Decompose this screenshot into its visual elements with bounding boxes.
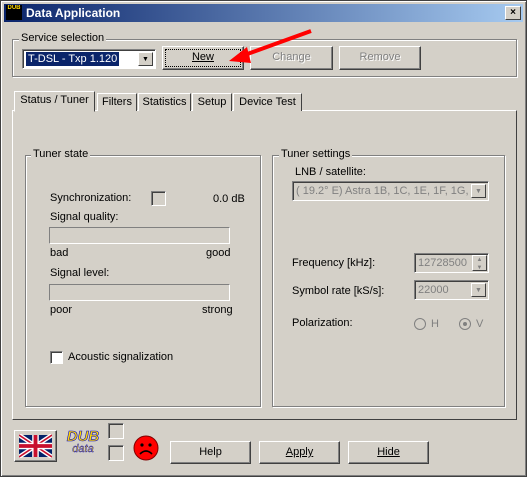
remove-button[interactable]: Remove <box>339 46 421 70</box>
signal-quality-label: Signal quality: <box>50 211 119 223</box>
sync-label: Synchronization: <box>50 192 132 204</box>
window-title: Data Application <box>26 6 121 20</box>
level-high-label: strong <box>202 304 233 316</box>
acoustic-label[interactable]: Acoustic signalization <box>68 351 173 363</box>
pol-h-radio[interactable] <box>414 318 426 330</box>
pol-h-label: H <box>431 318 439 330</box>
service-select-value: T-DSL - Txp 1.120 <box>26 52 120 66</box>
quality-low-label: bad <box>50 247 69 259</box>
help-button[interactable]: Help <box>170 441 251 464</box>
dub-logo-icon: DUB data <box>66 428 100 455</box>
lnb-select-value: ( 19.2° E) Astra 1B, 1C, 1E, 1F, 1G, 1 <box>296 185 468 197</box>
radio-dot <box>463 322 467 326</box>
pol-v-label: V <box>476 318 484 330</box>
tab-status-tuner[interactable]: Status / Tuner <box>14 91 95 112</box>
frequency-field[interactable]: 12728500 ▲ ▼ <box>414 253 489 273</box>
symbol-rate-select[interactable]: 22000 ▼ <box>414 280 489 300</box>
app-window: DUB Data Application × Service selection… <box>0 0 527 477</box>
pol-v-radio[interactable] <box>459 318 471 330</box>
tab-device-test[interactable]: Device Test <box>233 93 302 111</box>
close-button[interactable]: × <box>505 6 521 20</box>
lnb-label: LNB / satellite: <box>295 166 366 178</box>
sync-indicator <box>151 191 166 206</box>
tab-statistics[interactable]: Statistics <box>138 93 191 111</box>
sad-face-icon <box>133 435 159 461</box>
apply-button[interactable]: Apply <box>259 441 340 464</box>
title-bar[interactable]: DUB Data Application × <box>4 4 523 22</box>
signal-level-label: Signal level: <box>50 267 110 279</box>
service-select[interactable]: T-DSL - Txp 1.120 ▼ <box>22 49 156 69</box>
app-icon: DUB <box>6 5 22 20</box>
close-icon: × <box>510 7 516 18</box>
language-button[interactable] <box>14 430 57 462</box>
indicator-bottom <box>108 445 124 461</box>
combo-arrow-icon[interactable]: ▼ <box>138 52 153 66</box>
frequency-label: Frequency [kHz]: <box>292 257 376 269</box>
polarization-label: Polarization: <box>292 317 353 329</box>
service-selection-label: Service selection <box>19 32 107 45</box>
tab-setup[interactable]: Setup <box>192 93 232 111</box>
tuner-settings-label: Tuner settings <box>279 148 353 161</box>
lnb-select[interactable]: ( 19.2° E) Astra 1B, 1C, 1E, 1F, 1G, 1 ▼ <box>292 181 489 201</box>
combo-arrow-icon[interactable]: ▼ <box>471 283 486 297</box>
hide-button[interactable]: Hide <box>348 441 429 464</box>
combo-arrow-icon[interactable]: ▼ <box>471 184 486 198</box>
indicator-top <box>108 423 124 439</box>
tuner-state-label: Tuner state <box>31 148 91 161</box>
annotation-arrow <box>229 29 312 63</box>
uk-flag-icon <box>19 434 52 458</box>
symbol-rate-label: Symbol rate [kS/s]: <box>292 285 385 297</box>
acoustic-checkbox[interactable] <box>50 351 63 364</box>
quality-high-label: good <box>206 247 231 259</box>
sync-value: 0.0 dB <box>213 193 245 205</box>
level-low-label: poor <box>50 304 73 316</box>
signal-level-bar <box>49 284 230 301</box>
symbol-rate-value: 22000 <box>418 284 449 296</box>
spin-arrows-icon[interactable]: ▲ ▼ <box>472 255 487 271</box>
signal-quality-bar <box>49 227 230 244</box>
tab-filters[interactable]: Filters <box>97 93 137 111</box>
